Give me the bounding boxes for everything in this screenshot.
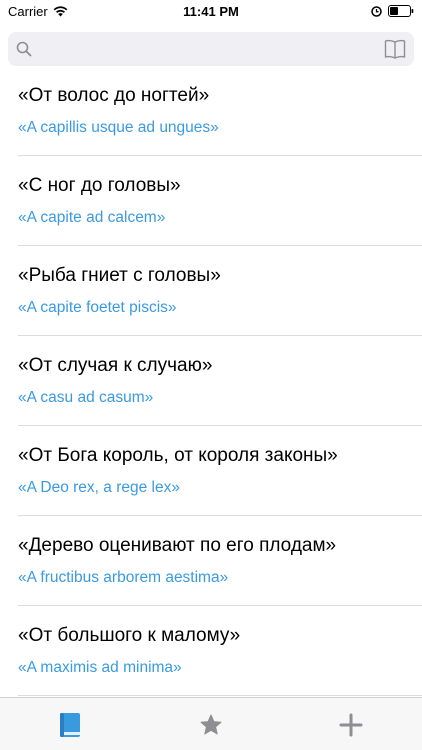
plus-icon <box>339 713 363 737</box>
phrase-russian: «С ног до головы» <box>18 175 181 196</box>
list-item[interactable]: «От большого к малому» «A maximis ad min… <box>0 606 422 696</box>
phrase-russian: «От Бога король, от короля законы» <box>18 445 338 466</box>
list-item[interactable]: «От Бога король, от короля законы» «A De… <box>0 426 422 516</box>
tab-favorites[interactable] <box>196 710 226 740</box>
book-icon <box>60 713 80 737</box>
book-open-icon[interactable] <box>384 38 406 60</box>
phrase-latin: «A capillis usque ad ungues» <box>18 119 219 136</box>
phrase-list: «От волос до ногтей» «A capillis usque a… <box>0 66 422 696</box>
status-time: 11:41 PM <box>183 4 239 19</box>
list-item[interactable]: «С ног до головы» «A capite ad calcem» <box>0 156 422 246</box>
phrase-latin: «A Deo rex, a rege lex» <box>18 479 180 496</box>
status-right <box>371 5 414 17</box>
tab-add[interactable] <box>336 710 366 740</box>
list-item[interactable]: «От волос до ногтей» «A capillis usque a… <box>0 66 422 156</box>
phrase-russian: «Рыба гниет с головы» <box>18 265 221 286</box>
phrase-latin: «A capite ad calcem» <box>18 209 166 226</box>
list-item[interactable]: «Дерево оценивают по его плодам» «A fruc… <box>0 516 422 606</box>
phrase-russian: «От случая к случаю» <box>18 355 213 376</box>
status-bar: Carrier 11:41 PM <box>0 0 422 24</box>
star-icon <box>200 714 222 735</box>
battery-icon <box>388 5 414 17</box>
search-input[interactable] <box>38 32 372 68</box>
alarm-lock-icon <box>371 6 382 17</box>
search-bar <box>8 32 414 68</box>
tab-dictionary[interactable] <box>55 710 85 740</box>
list-item[interactable]: «Рыба гниет с головы» «A capite foetet p… <box>0 246 422 336</box>
phrase-latin: «A fructibus arborem aestima» <box>18 569 229 586</box>
phrase-latin: «A casu ad casum» <box>18 389 154 406</box>
list-item[interactable]: «От случая к случаю» «A casu ad casum» <box>0 336 422 426</box>
phrase-latin: «A capite foetet piscis» <box>18 299 177 316</box>
phrase-russian: «Дерево оценивают по его плодам» <box>18 535 337 556</box>
tab-bar <box>0 697 422 750</box>
phrase-russian: «От большого к малому» <box>18 625 241 646</box>
divider <box>18 695 422 696</box>
phrase-latin: «A maximis ad minima» <box>18 659 182 676</box>
phrase-russian: «От волос до ногтей» <box>18 85 210 106</box>
search-icon <box>16 41 32 57</box>
